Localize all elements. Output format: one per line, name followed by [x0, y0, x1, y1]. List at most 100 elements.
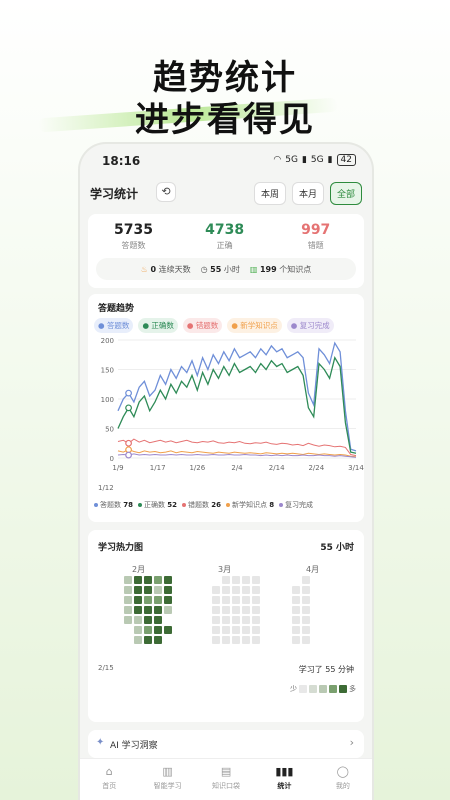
nav-pocket[interactable]: ▤ 知识口袋 [197, 759, 255, 800]
heat-cell-feb[interactable] [134, 636, 142, 644]
legend-review[interactable]: ● 复习完成 [286, 318, 334, 333]
heatmap-grid[interactable] [88, 576, 368, 660]
heat-cell-feb[interactable] [164, 606, 172, 614]
heat-cell-mar[interactable] [232, 636, 240, 644]
heat-cell-mar[interactable] [252, 636, 260, 644]
fire-icon: ♨ [140, 264, 148, 274]
heat-cell-mar[interactable] [222, 626, 230, 634]
heat-cell-apr[interactable] [292, 616, 300, 624]
heat-cell-mar[interactable] [242, 586, 250, 594]
tab-all[interactable]: 全部 [329, 182, 362, 205]
share-button[interactable]: ⟲ [156, 182, 176, 202]
heat-cell-mar[interactable] [222, 576, 230, 584]
signal-icon: ▮ [301, 155, 307, 165]
legend-answered[interactable]: ● 答题数 [94, 318, 134, 333]
heat-cell-mar[interactable] [242, 576, 250, 584]
heat-cell-mar[interactable] [212, 586, 220, 594]
heat-cell-apr[interactable] [292, 586, 300, 594]
heat-cell-mar[interactable] [222, 586, 230, 594]
heat-cell-apr[interactable] [292, 606, 300, 614]
heat-cell-apr[interactable] [292, 626, 300, 634]
heat-cell-mar[interactable] [232, 606, 240, 614]
heat-cell-feb[interactable] [124, 606, 132, 614]
heat-cell-mar[interactable] [252, 586, 260, 594]
ai-insight-row[interactable]: ✦ AI 学习洞察 › [88, 730, 364, 758]
heat-cell-mar[interactable] [212, 616, 220, 624]
nav-home[interactable]: ⌂ 首页 [80, 759, 138, 800]
heat-cell-apr[interactable] [302, 596, 310, 604]
heat-cell-feb[interactable] [124, 586, 132, 594]
heat-cell-apr[interactable] [302, 616, 310, 624]
nav-me[interactable]: ◯ 我的 [314, 759, 372, 800]
sparkle-icon: ✦ [96, 737, 105, 748]
heat-cell-mar[interactable] [232, 626, 240, 634]
heat-cell-mar[interactable] [232, 596, 240, 604]
heat-cell-mar[interactable] [232, 586, 240, 594]
legend-wrong[interactable]: ● 错题数 [182, 318, 223, 333]
heat-cell-feb[interactable] [144, 616, 152, 624]
heat-cell-feb[interactable] [144, 576, 152, 584]
heat-cell-feb[interactable] [164, 576, 172, 584]
heat-cell-mar[interactable] [252, 576, 260, 584]
heat-cell-feb[interactable] [134, 626, 142, 634]
legend-correct[interactable]: ● 正确数 [138, 318, 178, 333]
heat-cell-mar[interactable] [212, 606, 220, 614]
heat-cell-apr[interactable] [302, 606, 310, 614]
heat-cell-apr[interactable] [302, 636, 310, 644]
heat-cell-mar[interactable] [252, 606, 260, 614]
heat-cell-mar[interactable] [252, 596, 260, 604]
x-tick-label: 2/24 [308, 464, 324, 472]
heat-cell-apr[interactable] [292, 636, 300, 644]
heat-cell-apr[interactable] [302, 576, 310, 584]
heat-cell-mar[interactable] [242, 616, 250, 624]
heat-cell-feb[interactable] [164, 626, 172, 634]
heat-cell-feb[interactable] [154, 596, 162, 604]
legend-new[interactable]: ● 新学知识点 [227, 318, 282, 333]
heat-cell-apr[interactable] [292, 596, 300, 604]
trend-chart[interactable]: 0 50 100 150 200 1/9 1/17 1/26 2/4 2/14 2/24 3/14 [88, 334, 368, 484]
heat-cell-feb[interactable] [154, 616, 162, 624]
heat-cell-feb[interactable] [134, 586, 142, 594]
heat-cell-feb[interactable] [134, 616, 142, 624]
hours-chip: ◷ 55 小时 [200, 264, 240, 274]
heat-cell-feb[interactable] [144, 586, 152, 594]
heat-cell-mar[interactable] [212, 636, 220, 644]
heat-cell-feb[interactable] [144, 596, 152, 604]
tab-week[interactable]: 本周 [253, 182, 286, 205]
heat-cell-feb[interactable] [124, 616, 132, 624]
heat-cell-mar[interactable] [252, 626, 260, 634]
heat-cell-feb[interactable] [154, 586, 162, 594]
tab-month[interactable]: 本月 [291, 182, 324, 205]
heat-cell-mar[interactable] [222, 596, 230, 604]
heat-cell-mar[interactable] [252, 616, 260, 624]
heat-cell-feb[interactable] [144, 606, 152, 614]
heat-cell-mar[interactable] [212, 626, 220, 634]
heat-cell-feb[interactable] [164, 586, 172, 594]
heat-cell-mar[interactable] [222, 606, 230, 614]
heat-cell-mar[interactable] [222, 636, 230, 644]
heat-cell-apr[interactable] [302, 626, 310, 634]
heat-cell-feb[interactable] [154, 576, 162, 584]
heat-cell-mar[interactable] [242, 606, 250, 614]
heat-cell-mar[interactable] [212, 596, 220, 604]
heat-cell-feb[interactable] [134, 596, 142, 604]
heat-cell-feb[interactable] [144, 636, 152, 644]
heat-cell-apr[interactable] [302, 586, 310, 594]
heat-cell-mar[interactable] [232, 616, 240, 624]
heat-cell-mar[interactable] [232, 576, 240, 584]
nav-learn[interactable]: ▥ 智能学习 [138, 759, 196, 800]
heat-cell-feb[interactable] [134, 576, 142, 584]
heat-cell-feb[interactable] [124, 596, 132, 604]
nav-stats[interactable]: ▮▮▮ 统计 [255, 759, 313, 800]
heat-cell-feb[interactable] [154, 626, 162, 634]
heat-cell-mar[interactable] [242, 596, 250, 604]
heat-cell-feb[interactable] [134, 606, 142, 614]
heat-cell-mar[interactable] [242, 636, 250, 644]
heat-cell-mar[interactable] [242, 626, 250, 634]
heat-cell-mar[interactable] [222, 616, 230, 624]
heat-cell-feb[interactable] [154, 606, 162, 614]
heat-cell-feb[interactable] [164, 596, 172, 604]
heat-cell-feb[interactable] [144, 626, 152, 634]
heat-cell-feb[interactable] [124, 576, 132, 584]
heat-cell-feb[interactable] [154, 636, 162, 644]
